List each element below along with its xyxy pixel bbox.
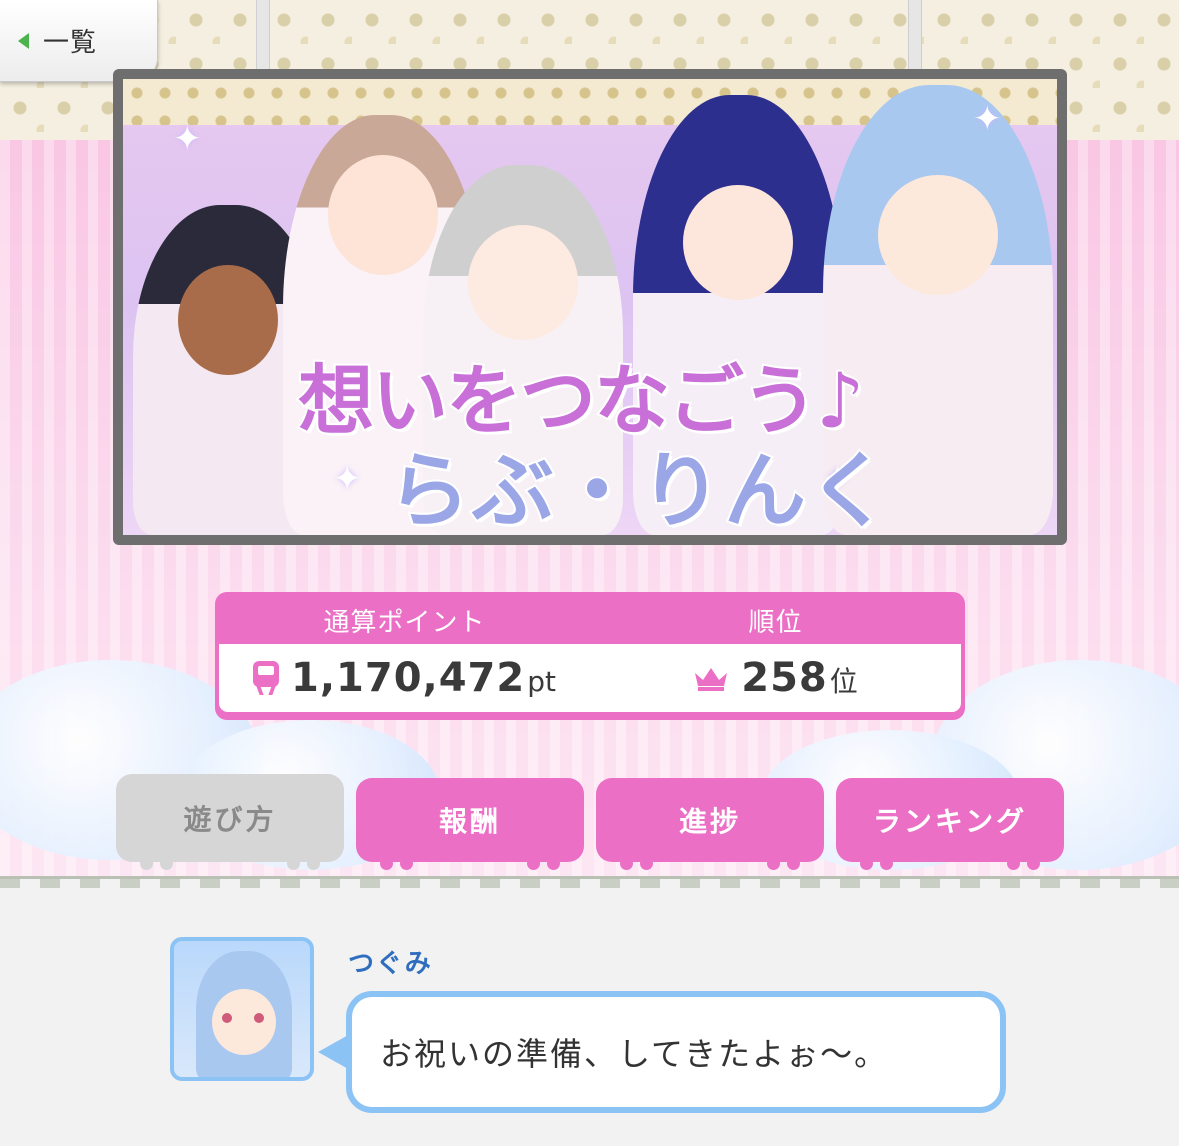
tab-how-to-play-label: 遊び方	[183, 803, 277, 836]
total-points-cell: 1,170,472pt	[219, 655, 590, 701]
train-icon	[253, 661, 279, 695]
event-banner-artwork: ✦ ✦ ✦ ✦ 想いをつなごう♪ らぶ・りんく	[123, 79, 1057, 535]
rank-cell: 258位	[590, 655, 961, 701]
sparkle-icon: ✦	[973, 99, 1002, 139]
points-unit: pt	[527, 665, 556, 698]
dialog-message: お祝いの準備、してきたよぉ〜。	[380, 1035, 889, 1073]
back-button-label: 一覧	[43, 28, 98, 58]
chevron-left-icon	[18, 32, 29, 49]
rail-divider	[0, 876, 1179, 888]
crown-icon	[695, 668, 728, 691]
total-points-label: 通算ポイント	[323, 607, 486, 638]
score-panel: 通算ポイント 順位 1,170,472pt 258位	[215, 592, 965, 720]
rank-label: 順位	[748, 607, 803, 638]
tab-how-to-play[interactable]: 遊び方	[116, 774, 344, 870]
tab-rewards-label: 報酬	[438, 805, 501, 838]
tab-progress-label: 進捗	[678, 805, 741, 838]
event-banner[interactable]: ✦ ✦ ✦ ✦ 想いをつなごう♪ らぶ・りんく	[113, 69, 1067, 545]
pillar-decoration	[908, 0, 922, 75]
speaker-name: つぐみ	[348, 949, 433, 979]
tab-ranking-label: ランキング	[872, 805, 1028, 838]
event-logo-line2: らぶ・りんく	[386, 442, 893, 535]
tab-ranking[interactable]: ランキング	[836, 778, 1064, 870]
tab-progress[interactable]: 進捗	[596, 778, 824, 870]
rank-value: 258	[741, 655, 828, 701]
speaker-avatar	[170, 937, 314, 1081]
score-panel-header: 通算ポイント 順位	[219, 596, 961, 644]
tab-rewards[interactable]: 報酬	[356, 778, 584, 870]
score-panel-body: 1,170,472pt 258位	[219, 644, 961, 712]
sparkle-icon: ✦	[173, 119, 202, 159]
pillar-decoration	[256, 0, 270, 75]
sparkle-icon: ✦	[333, 459, 362, 499]
rank-unit: 位	[829, 665, 858, 698]
speech-bubble[interactable]: お祝いの準備、してきたよぉ〜。	[346, 991, 1006, 1113]
total-points-value: 1,170,472	[291, 655, 526, 701]
